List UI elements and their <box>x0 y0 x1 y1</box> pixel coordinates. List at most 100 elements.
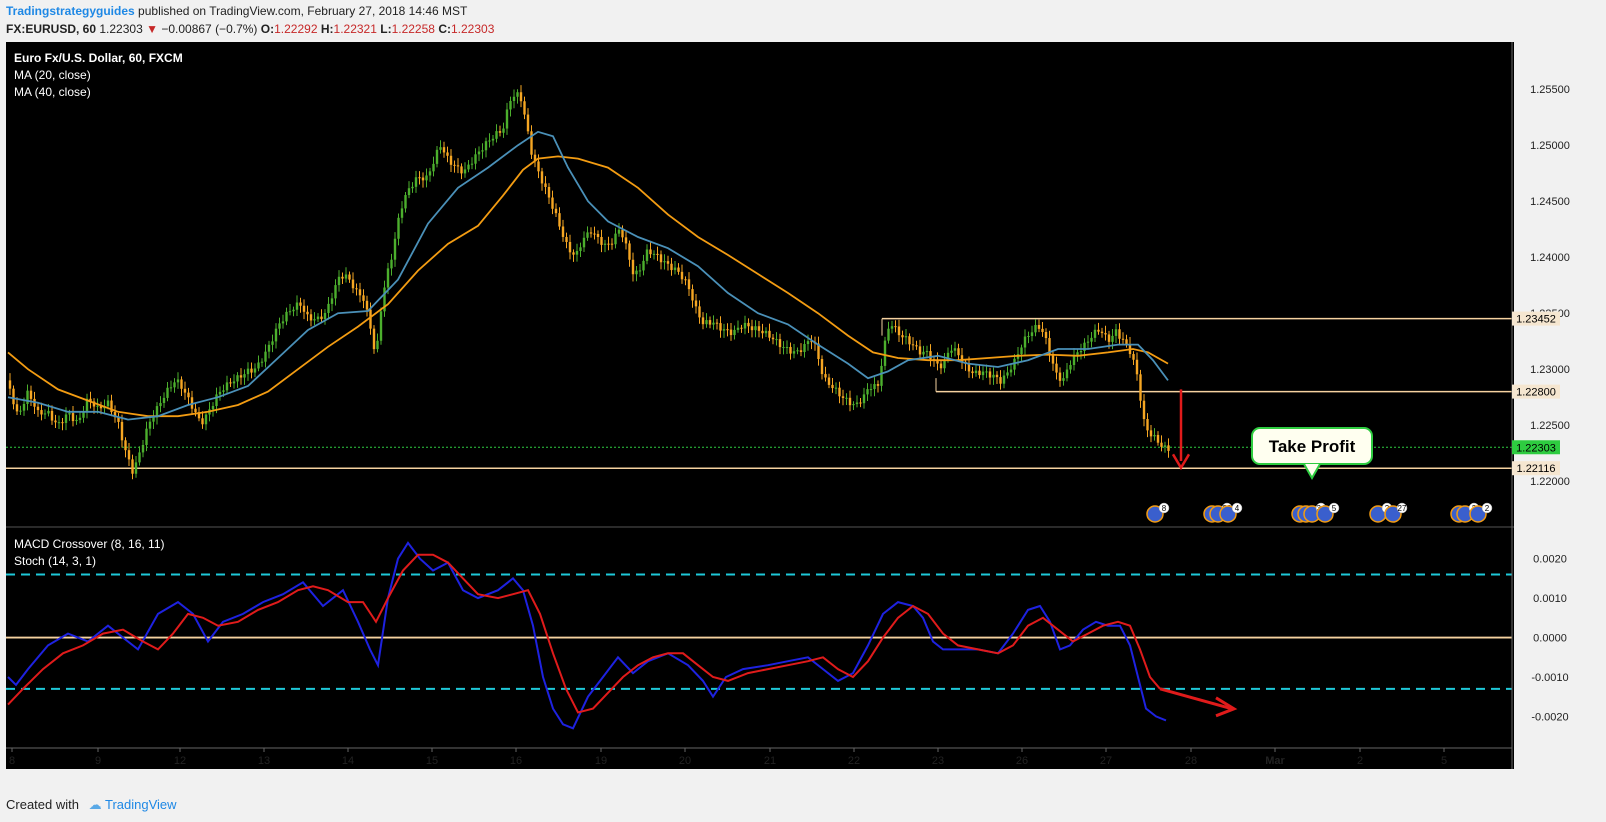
candle-body <box>145 428 148 445</box>
candle-body <box>47 410 50 414</box>
candle-body <box>425 175 428 181</box>
candle-body <box>1160 442 1163 447</box>
candle-body <box>376 340 379 350</box>
candle-body <box>474 154 477 164</box>
candle-body <box>698 306 701 318</box>
candle-body <box>173 382 176 388</box>
candle-body <box>439 147 442 150</box>
price-tick-label: 1.25500 <box>1530 84 1570 96</box>
time-label: 26 <box>1016 755 1028 767</box>
candle-body <box>502 128 505 133</box>
footer: Created with ☁ TradingView <box>6 797 177 813</box>
candle-body <box>978 370 981 376</box>
candle-body <box>106 400 110 407</box>
candle-body <box>834 387 838 389</box>
candle-body <box>148 421 152 429</box>
candle-body <box>484 141 488 151</box>
candle-body <box>1076 352 1079 356</box>
time-label: 2 <box>1357 755 1363 767</box>
event-count: 2 <box>1485 504 1490 513</box>
candle-body <box>1093 329 1097 338</box>
time-label: 23 <box>932 755 944 767</box>
candle-body <box>404 195 407 209</box>
candle-body <box>645 249 649 261</box>
candle-body <box>288 311 292 313</box>
candle-body <box>82 412 85 418</box>
candle-body <box>561 226 565 237</box>
candle-body <box>239 375 243 378</box>
candle-body <box>169 387 173 389</box>
price-legend: MA (20, close) <box>14 68 91 82</box>
candle-body <box>1139 374 1142 401</box>
candle-body <box>1132 354 1135 360</box>
candle-body <box>43 413 47 415</box>
candle-body <box>418 177 421 179</box>
price-tick-label: 1.24000 <box>1530 252 1570 264</box>
osc-tick-label: 0.0010 <box>1533 593 1567 605</box>
candle-body <box>635 270 638 275</box>
tradingview-link[interactable]: TradingView <box>105 797 177 812</box>
candle-body <box>747 322 750 327</box>
time-label: 12 <box>174 755 186 767</box>
candle-body <box>1041 328 1044 333</box>
candle-body <box>166 387 169 398</box>
osc-tick-label: -0.0020 <box>1531 711 1568 723</box>
candle-body <box>733 329 736 336</box>
candle-body <box>495 131 498 139</box>
candle-body <box>617 229 621 234</box>
candle-body <box>1037 325 1041 329</box>
chart-area[interactable]: 823434522732 1.255001.250001.245001.2400… <box>0 0 1606 790</box>
candle-body <box>841 396 845 398</box>
candle-body <box>400 208 404 218</box>
candle-body <box>449 155 453 165</box>
candle-body <box>232 381 236 384</box>
price-tick-label: 1.25000 <box>1530 140 1570 152</box>
price-level-label: 1.22303 <box>1516 442 1556 454</box>
candle-body <box>523 101 526 115</box>
osc-tick-label: 0.0000 <box>1533 633 1567 645</box>
candle-body <box>740 327 743 329</box>
candle-body <box>558 213 561 227</box>
candle-body <box>764 330 768 334</box>
candle-body <box>187 392 190 398</box>
candle-body <box>201 418 204 425</box>
candle-body <box>537 161 540 172</box>
candle-body <box>243 374 246 378</box>
candle-body <box>344 274 348 279</box>
candle-body <box>19 410 22 412</box>
price-tick-label: 1.23000 <box>1530 364 1570 376</box>
candle-body <box>610 243 614 245</box>
candle-body <box>8 380 12 389</box>
candle-body <box>1002 375 1006 384</box>
candle-body <box>782 347 785 349</box>
candle-body <box>1027 336 1030 338</box>
candle-body <box>313 319 316 321</box>
price-level-label: 1.22116 <box>1517 463 1556 475</box>
candle-body <box>470 163 474 165</box>
candle-body <box>64 414 68 423</box>
candle-body <box>1079 350 1083 353</box>
time-label: 16 <box>510 755 522 767</box>
candle-body <box>887 328 890 341</box>
candle-body <box>446 152 449 156</box>
candle-body <box>915 345 918 347</box>
candle-body <box>71 413 75 422</box>
candle-body <box>953 348 957 351</box>
candle-body <box>257 362 260 369</box>
candle-body <box>1044 332 1048 339</box>
candle-body <box>831 384 834 389</box>
candle-body <box>183 388 187 393</box>
candle-body <box>799 350 803 352</box>
candle-body <box>757 326 761 331</box>
candle-body <box>491 138 495 141</box>
candle-body <box>260 361 264 363</box>
candle-body <box>1020 347 1023 355</box>
candle-body <box>516 92 519 97</box>
time-label: 19 <box>595 755 607 767</box>
candle-body <box>141 444 145 453</box>
time-label: 8 <box>9 755 15 767</box>
candle-body <box>967 363 971 372</box>
candle-body <box>845 397 848 399</box>
candle-body <box>477 151 481 155</box>
candle-body <box>442 147 446 153</box>
